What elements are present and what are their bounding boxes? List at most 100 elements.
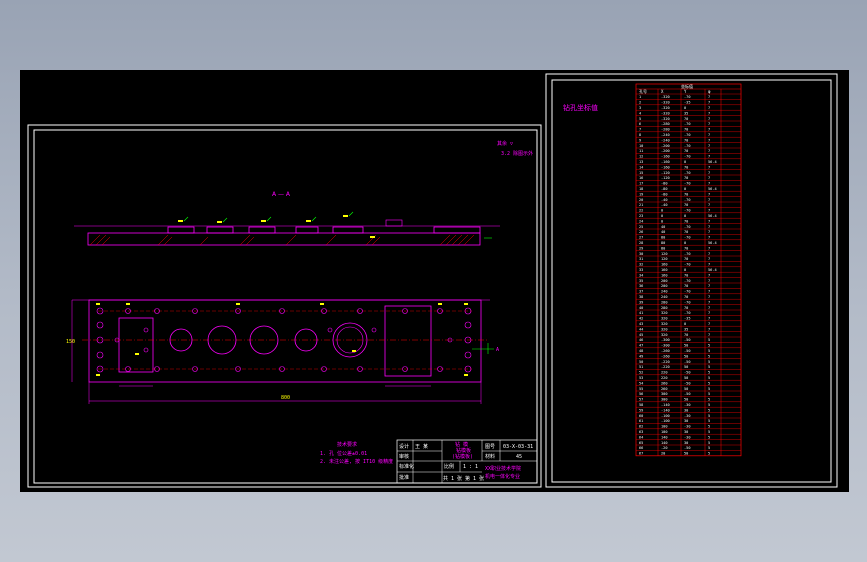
coord-cell: 9 [639,138,641,142]
coord-cell: -70 [684,225,691,229]
coord-cell: 14 [639,165,643,169]
coord-cell: 7 [708,133,710,137]
coord-cell: 7 [708,263,710,267]
coord-cell: 7 [708,171,710,175]
coord-cell: 0 [684,160,686,164]
coord-cell: 2 [639,101,641,105]
coord-cell: -320 [661,101,670,105]
top-right-note-line-2: 3.2 除图示外 [501,150,533,157]
coord-cell: 70 [684,306,688,310]
coord-cell: 30 [684,441,688,445]
coord-cell: 5 [708,344,710,348]
coord-cell: 240 [661,295,668,299]
coord-cell: 4 [639,111,641,115]
coord-cell: 56.4 [708,160,717,164]
coord-cell: 5 [708,452,710,456]
coordinate-table-title: 钻孔坐标值 [563,103,598,112]
tb-standard-label: 标准化 [399,463,414,470]
coord-cell: 200 [661,284,668,288]
coord-cell: 70 [684,284,688,288]
coord-cell: 56 [639,392,643,396]
coord-cell: -80 [661,192,668,196]
coord-cell: -70 [684,95,691,99]
coord-cell: 0 [661,209,663,213]
coord-cell: 5 [708,365,710,369]
coord-cell: 80 [661,241,665,245]
tb-scale-label: 比例 [444,463,454,470]
coord-cell: 22 [639,209,643,213]
coord-cell: -50 [684,371,691,375]
coord-cell: 11 [639,149,643,153]
coord-cell: -70 [684,263,691,267]
coord-cell: -120 [661,176,670,180]
coord-cell: -50 [684,360,691,364]
coord-cell: -220 [661,365,670,369]
coord-cell: 7 [639,128,641,132]
coord-cell: -160 [661,155,670,159]
coord-cell: 320 [661,322,668,326]
tb-material: 45 [516,454,522,460]
coord-cell: 50 [684,354,688,358]
coord-cell: 7 [708,322,710,326]
coord-cell: 120 [661,252,668,256]
coord-cell: 33 [639,268,643,272]
coord-cell: 26 [639,230,643,234]
coord-cell: 7 [708,192,710,196]
coord-cell: -70 [684,252,691,256]
coord-cell: 56.4 [708,214,717,218]
tb-designer-name: 王 某 [415,444,428,450]
coord-cell: -100 [661,414,670,418]
coord-cell: -70 [684,198,691,202]
coord-col-header: 孔号 [639,88,647,94]
coord-cell: 5 [639,117,641,121]
coord-cell: 7 [708,209,710,213]
coord-cell: 300 [661,392,668,396]
overall-dimension-text: 800 [281,395,290,401]
coord-cell: 7 [708,300,710,304]
coord-cell: 67 [639,452,643,456]
coord-cell: 30 [684,419,688,423]
coord-cell: 5 [708,387,710,391]
coord-cell: 7 [708,203,710,207]
coord-cell: 280 [661,306,668,310]
coord-cell: 7 [708,273,710,277]
coord-cell: 320 [661,311,668,315]
coord-cell: 30 [684,430,688,434]
coord-cell: 70 [684,295,688,299]
coord-cell: 13 [639,160,643,164]
coord-cell: 65 [639,441,643,445]
coord-cell: 7 [708,149,710,153]
coord-cell: -20 [661,446,668,450]
coord-cell: 220 [661,376,668,380]
coord-cell: 7 [708,106,710,110]
coord-cell: -50 [684,338,691,342]
coord-cell: 220 [661,371,668,375]
coord-cell: -140 [661,403,670,407]
coord-cell: 7 [708,138,710,142]
coord-cell: 21 [639,203,643,207]
coord-cell: 15 [639,171,643,175]
coord-cell: 320 [661,327,668,331]
coord-cell: 7 [708,257,710,261]
tb-sheet: 共 1 张 第 1 张 [443,475,484,482]
coord-cell: 42 [639,317,643,321]
section-label: A — A [272,191,291,198]
coord-cell: 260 [661,381,668,385]
coord-cell: 56.4 [708,268,717,272]
coord-cell: -160 [661,160,670,164]
coord-cell: -260 [661,349,670,353]
coord-cell: 5 [708,408,710,412]
coord-cell: 43 [639,322,643,326]
coord-cell: 7 [708,284,710,288]
coord-cell: 56.4 [708,187,717,191]
tech-requirement-2: 2. 未注公差, 按 IT10 级精度 [320,458,393,465]
coord-cell: 48 [639,349,643,353]
coord-cell: 46 [639,338,643,342]
coord-cell: -35 [684,101,691,105]
coord-cell: 5 [708,435,710,439]
coord-cell: -50 [684,349,691,353]
coord-cell: 70 [684,230,688,234]
tb-approve-label: 批准 [399,474,409,481]
coord-cell: 35 [684,111,688,115]
coord-cell: -70 [684,133,691,137]
